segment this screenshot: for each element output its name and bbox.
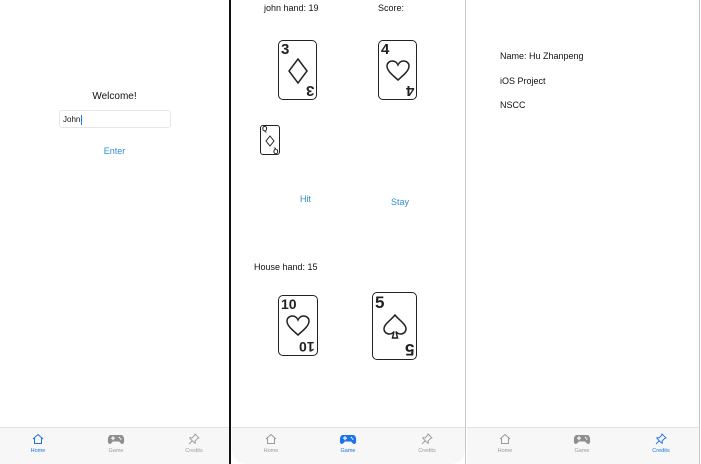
tab-game-label: Game — [340, 448, 356, 454]
house-card-1: 10 10 — [278, 295, 318, 356]
tab-credits-label: Credits — [418, 448, 436, 454]
diamond-icon — [288, 58, 308, 84]
house-icon — [32, 433, 44, 444]
card-rank: 5 — [375, 293, 385, 312]
tab-credits-label: Credits — [652, 448, 670, 454]
credits-project: iOS Project — [500, 76, 546, 86]
house-icon — [265, 433, 277, 444]
house-card-2: 5 5 — [372, 292, 417, 360]
tab-game[interactable]: Game — [552, 432, 612, 454]
stay-button[interactable]: Stay — [391, 197, 409, 207]
gamecontroller-icon — [107, 435, 125, 444]
tab-bar: Home Game Credits — [232, 427, 465, 464]
tab-credits[interactable]: Credits — [397, 432, 457, 454]
name-input-value: John — [63, 115, 81, 124]
hit-button[interactable]: Hit — [300, 194, 311, 204]
pin-icon — [188, 433, 200, 445]
tab-credits-label: Credits — [185, 448, 203, 454]
text-caret — [81, 114, 83, 125]
card-rank: 10 — [299, 339, 315, 355]
card-rank: 3 — [281, 41, 290, 58]
pin-icon — [421, 433, 433, 445]
enter-button[interactable]: Enter — [0, 146, 229, 156]
player-card-1: 3 3 — [278, 40, 317, 100]
player-hand-label: john hand: 19 — [264, 3, 319, 13]
tab-home-label: Home — [263, 448, 279, 454]
card-rank: Q — [262, 126, 268, 133]
pin-icon — [655, 433, 667, 445]
tab-game-label: Game — [574, 448, 590, 454]
welcome-title: Welcome! — [92, 91, 137, 102]
tab-game-label: Game — [108, 448, 124, 454]
heart-icon — [386, 60, 410, 81]
tab-game[interactable]: Game — [318, 432, 378, 454]
tab-credits[interactable]: Credits — [631, 432, 691, 454]
heart-icon — [286, 315, 310, 336]
tab-bar: Home Game Credits — [0, 427, 229, 464]
gamecontroller-icon — [339, 435, 357, 444]
tab-home[interactable]: Home — [241, 432, 301, 454]
tab-credits[interactable]: Credits — [164, 432, 224, 454]
divider — [699, 0, 700, 464]
diamond-icon — [265, 135, 275, 147]
card-rank: 3 — [305, 82, 314, 99]
tab-home[interactable]: Home — [8, 432, 68, 454]
card-rank: Q — [272, 147, 278, 154]
card-rank: 4 — [381, 41, 390, 58]
credits-school: NSCC — [500, 100, 526, 110]
tab-game[interactable]: Game — [86, 432, 146, 454]
player-card-2: 4 4 — [378, 40, 417, 100]
name-input[interactable]: John — [59, 110, 171, 128]
card-rank: 4 — [405, 82, 414, 99]
card-rank: 5 — [404, 340, 414, 359]
card-rank: 10 — [281, 296, 297, 312]
credits-screen: Name: Hu Zhanpeng iOS Project NSCC Home … — [467, 0, 699, 464]
spade-icon — [383, 313, 407, 339]
tab-home[interactable]: Home — [475, 432, 535, 454]
divider — [465, 0, 466, 464]
player-card-3: Q Q — [260, 125, 280, 155]
gamecontroller-icon — [573, 435, 591, 444]
tab-home-label: Home — [497, 448, 513, 454]
credits-name: Name: Hu Zhanpeng — [500, 51, 584, 61]
house-icon — [499, 433, 511, 444]
divider — [229, 0, 231, 464]
house-hand-label: House hand: 15 — [254, 262, 318, 272]
tab-bar: Home Game Credits — [467, 427, 699, 464]
tab-home-label: Home — [30, 448, 46, 454]
score-label: Score: — [378, 3, 405, 13]
game-screen: john hand: 19 Score: 3 3 4 4 Q Q Hit Sta… — [232, 0, 465, 464]
home-screen: Welcome! John Enter Home Game Credits — [0, 0, 229, 464]
